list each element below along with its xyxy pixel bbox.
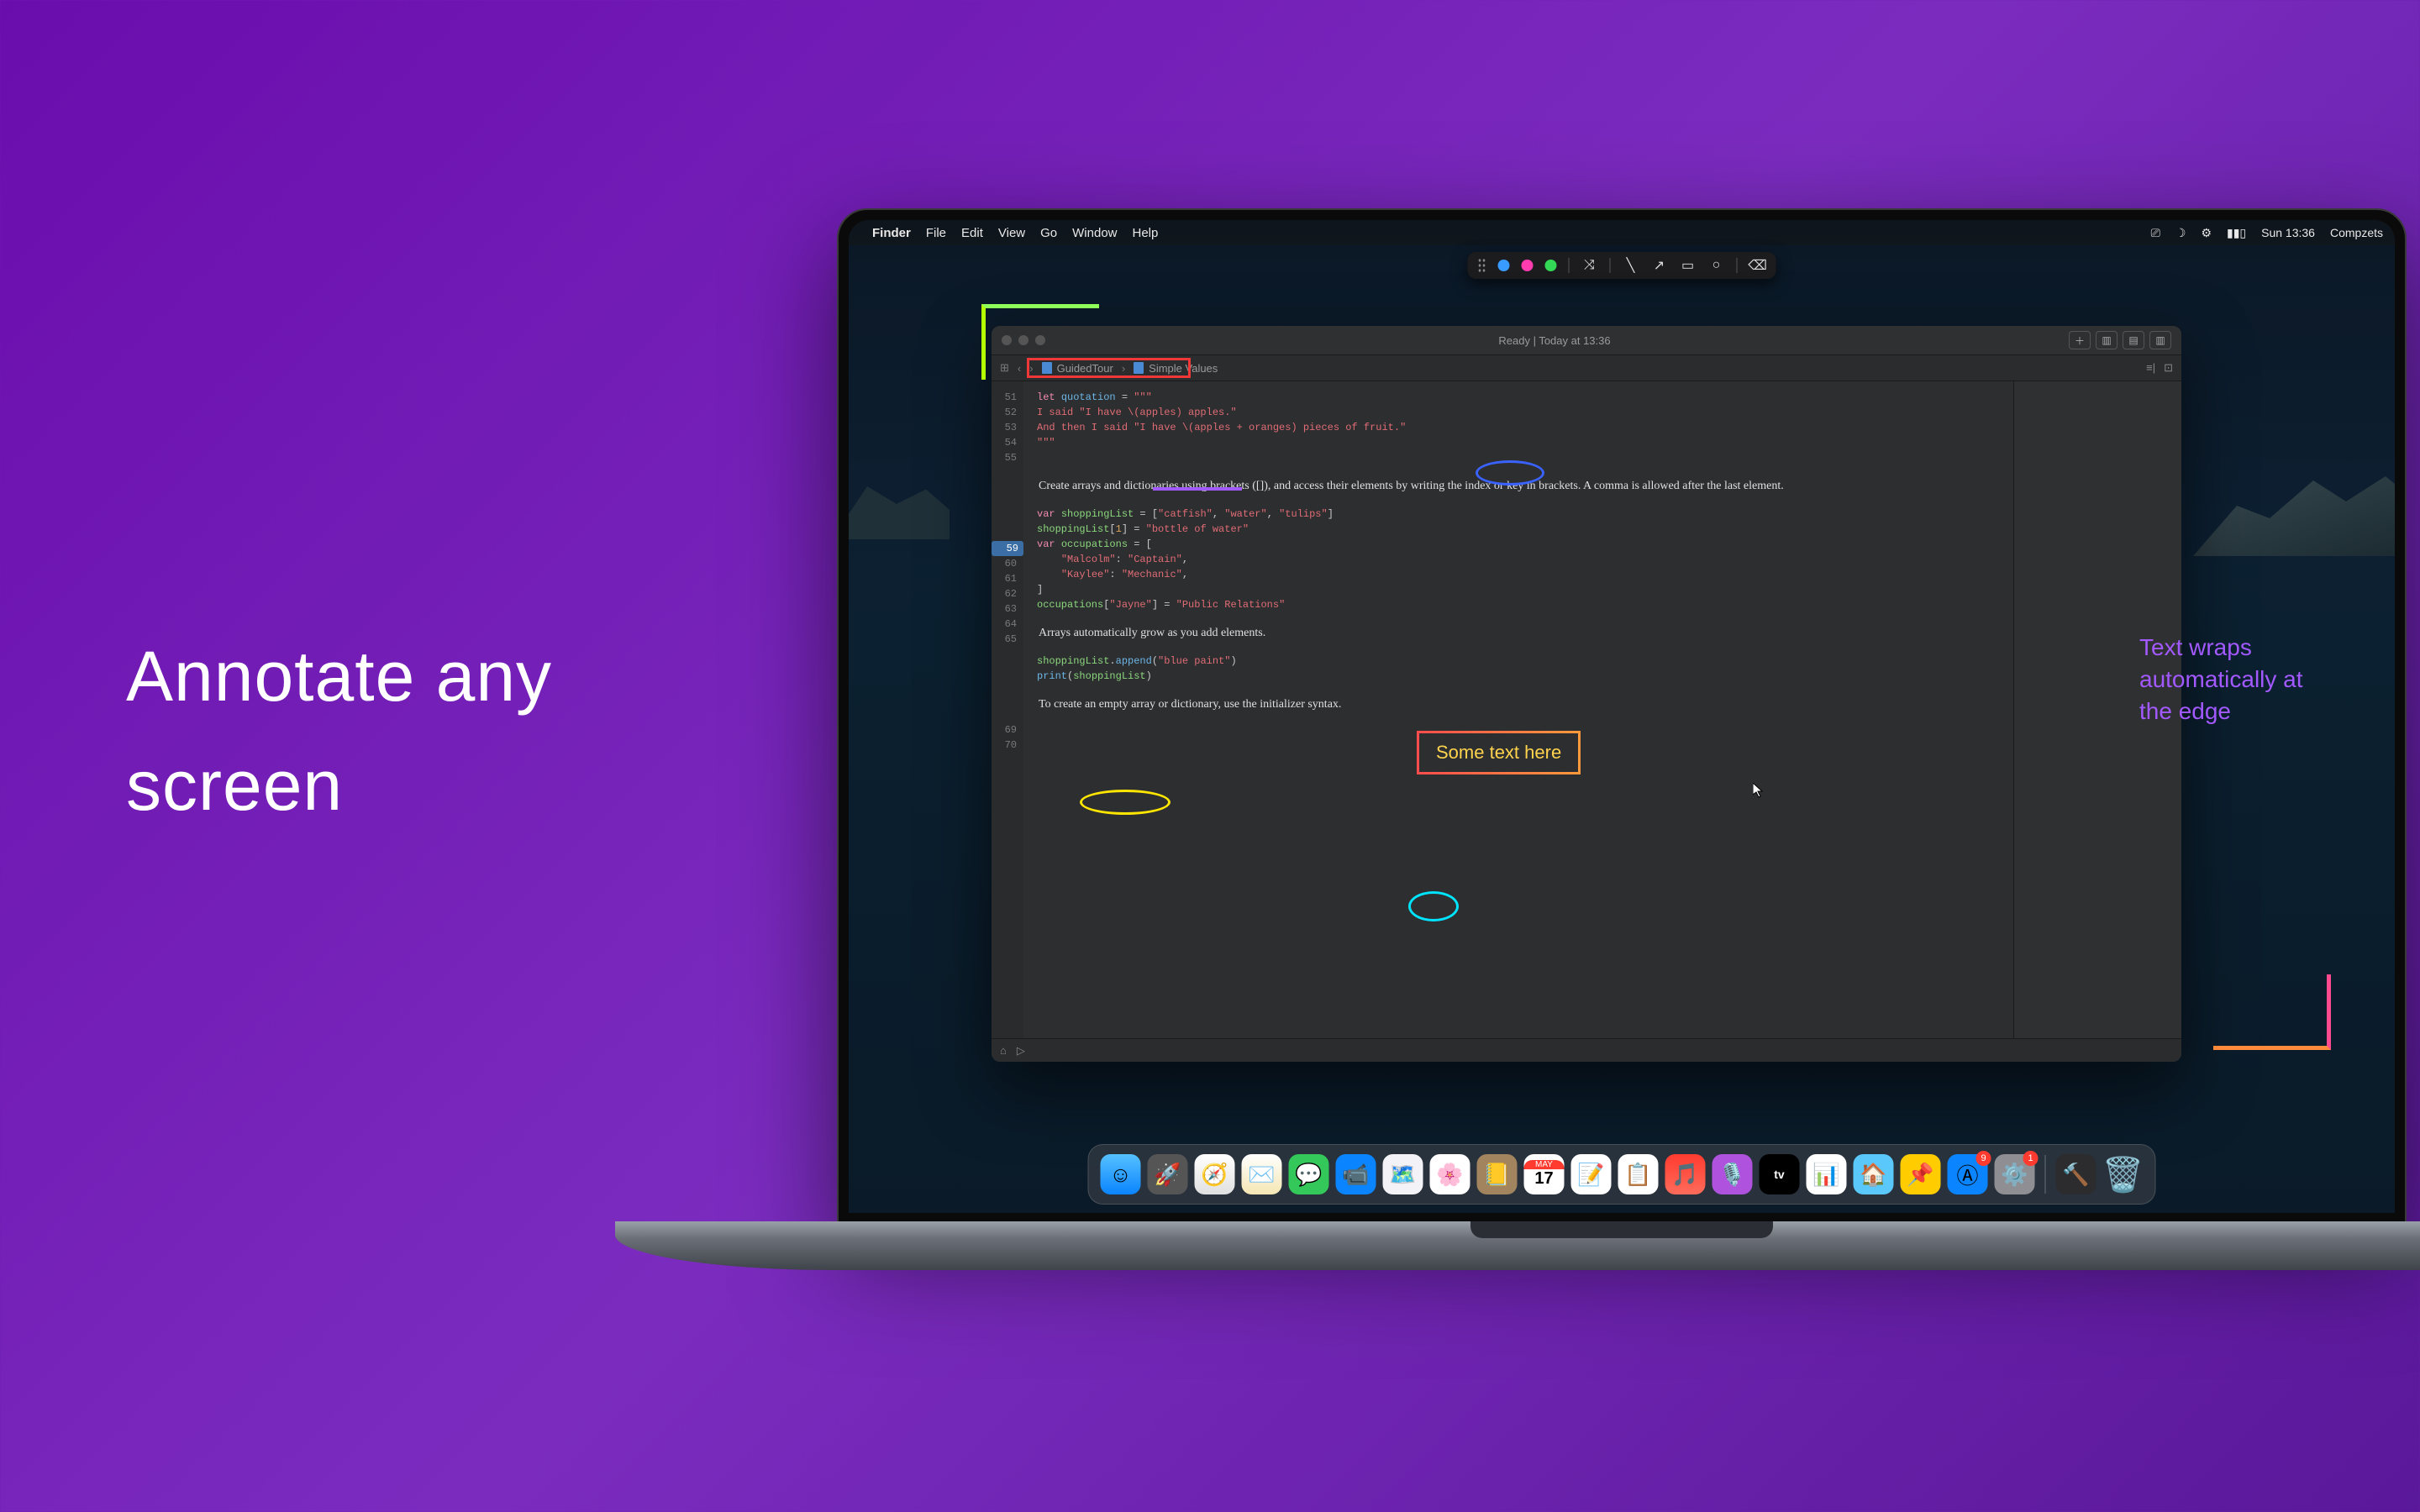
- doc-prose: To create an empty array or dictionary, …: [1037, 684, 2000, 725]
- wifi-icon[interactable]: ⚙: [2201, 226, 2212, 240]
- menu-file[interactable]: File: [926, 226, 946, 240]
- add-tab-button[interactable]: ＋: [2069, 331, 2091, 349]
- laptop-screen: Finder File Edit View Go Window Help ⎚ ☽…: [837, 208, 2407, 1225]
- doc-prose: Arrays automatically grow as you add ele…: [1037, 612, 2000, 654]
- app-name[interactable]: Finder: [872, 226, 911, 240]
- step-icon[interactable]: ▷: [1017, 1044, 1025, 1058]
- rect-tool-icon[interactable]: ▭: [1680, 257, 1697, 274]
- dock-app-finder[interactable]: ☺: [1101, 1154, 1141, 1194]
- window-title: Ready | Today at 13:36: [1045, 334, 2064, 347]
- annotation-toolbar[interactable]: ⤨ ╲ ↗ ▭ ○ ⌫: [1468, 252, 1776, 279]
- xcode-window: Ready | Today at 13:36 ＋ ▥ ▤ ▥ ⊞ ‹ › Gui…: [992, 326, 2181, 1062]
- editor-mode-icon[interactable]: ≡|: [2146, 361, 2155, 375]
- dock: ☺ 🚀 🧭 ✉️ 💬 📹 🗺️ 🌸 📒 MAY 17 📝 📋 🎵 🎙️ tv: [1088, 1144, 2156, 1205]
- dock-app-reminders[interactable]: 📋: [1618, 1154, 1659, 1194]
- dock-app-music[interactable]: 🎵: [1665, 1154, 1706, 1194]
- related-items-icon[interactable]: ⊞: [1000, 361, 1009, 375]
- dock-app-calendar[interactable]: MAY 17: [1524, 1154, 1565, 1194]
- menu-edit[interactable]: Edit: [961, 226, 983, 240]
- menu-bar: Finder File Edit View Go Window Help ⎚ ☽…: [849, 220, 2395, 245]
- doc-prose: Create arrays and dictionaries using bra…: [1037, 465, 2000, 507]
- window-titlebar[interactable]: Ready | Today at 13:36 ＋ ▥ ▤ ▥: [992, 326, 2181, 354]
- dock-app-facetime[interactable]: 📹: [1336, 1154, 1376, 1194]
- clock[interactable]: Sun 13:36: [2261, 226, 2315, 239]
- dock-app-settings[interactable]: ⚙️: [1995, 1154, 2035, 1194]
- panel-bottom-icon[interactable]: ▤: [2123, 331, 2144, 349]
- menu-help[interactable]: Help: [1133, 226, 1159, 240]
- laptop-notch: [1470, 1221, 1773, 1238]
- arrow-tool-icon[interactable]: ↗: [1651, 257, 1668, 274]
- dock-app-maps[interactable]: 🗺️: [1383, 1154, 1423, 1194]
- zoom-icon[interactable]: [1035, 335, 1045, 345]
- marketing-headline: Annotate any screen: [126, 622, 552, 840]
- color-pink[interactable]: [1522, 260, 1534, 271]
- dock-app-contacts[interactable]: 📒: [1477, 1154, 1518, 1194]
- color-green[interactable]: [1545, 260, 1557, 271]
- minimap-panel[interactable]: [2013, 381, 2181, 1038]
- laptop-frame: Finder File Edit View Go Window Help ⎚ ☽…: [807, 208, 2420, 1270]
- line-tool-icon[interactable]: ╲: [1623, 257, 1639, 274]
- drag-handle-icon[interactable]: [1478, 258, 1486, 273]
- editor-body: 5152535455 59606162636465 6970 let quota…: [992, 381, 2181, 1038]
- dock-app-podcasts[interactable]: 🎙️: [1712, 1154, 1753, 1194]
- shuffle-tool-icon[interactable]: ⤨: [1581, 257, 1598, 274]
- breadcrumb-item[interactable]: Simple Values: [1134, 362, 1218, 375]
- menu-window[interactable]: Window: [1072, 226, 1117, 240]
- console-toggle-icon[interactable]: ⌂: [1000, 1044, 1007, 1057]
- dock-app-messages[interactable]: 💬: [1289, 1154, 1329, 1194]
- editor-opts-icon[interactable]: ⊡: [2164, 361, 2173, 375]
- breadcrumb-item[interactable]: GuidedTour: [1042, 362, 1113, 375]
- close-icon[interactable]: [1002, 335, 1012, 345]
- dock-app-photos[interactable]: 🌸: [1430, 1154, 1470, 1194]
- eraser-tool-icon[interactable]: ⌫: [1749, 257, 1766, 274]
- nav-back-icon[interactable]: ‹: [1018, 362, 1021, 375]
- user-name[interactable]: Compzets: [2330, 226, 2383, 239]
- dock-app-tv[interactable]: tv: [1760, 1154, 1800, 1194]
- menu-go[interactable]: Go: [1040, 226, 1057, 240]
- dock-app-notes[interactable]: 📝: [1571, 1154, 1612, 1194]
- panel-right-icon[interactable]: ▥: [2149, 331, 2171, 349]
- breadcrumb-bar: ⊞ ‹ › GuidedTour › Simple Values ≡| ⊡: [992, 354, 2181, 381]
- dock-app-safari[interactable]: 🧭: [1195, 1154, 1235, 1194]
- window-traffic-lights[interactable]: [1002, 335, 1045, 345]
- line-gutter: 5152535455 59606162636465 6970: [992, 381, 1023, 1038]
- dock-app-stocks[interactable]: 📊: [1807, 1154, 1847, 1194]
- dock-trash-icon[interactable]: 🗑️: [2103, 1154, 2144, 1194]
- headline-line-2: screen: [126, 731, 552, 840]
- minimize-icon[interactable]: [1018, 335, 1028, 345]
- menu-view[interactable]: View: [998, 226, 1025, 240]
- color-blue[interactable]: [1498, 260, 1510, 271]
- laptop-base: [615, 1221, 2420, 1270]
- dock-app-launchpad[interactable]: 🚀: [1148, 1154, 1188, 1194]
- dock-app-home[interactable]: 🏠: [1854, 1154, 1894, 1194]
- panel-left-icon[interactable]: ▥: [2096, 331, 2118, 349]
- circle-tool-icon[interactable]: ○: [1708, 257, 1725, 274]
- dock-app-xcode[interactable]: 🔨: [2056, 1154, 2096, 1194]
- dock-app-news[interactable]: 📌: [1901, 1154, 1941, 1194]
- debug-footer: ⌂ ▷: [992, 1038, 2181, 1062]
- headline-line-1: Annotate any: [126, 622, 552, 731]
- airplay-icon[interactable]: ⎚: [2151, 226, 2160, 240]
- code-editor[interactable]: let quotation = """ I said "I have \(app…: [1023, 381, 2013, 1038]
- swift-file-icon: [1134, 362, 1144, 374]
- swift-file-icon: [1042, 362, 1052, 374]
- dock-app-appstore[interactable]: Ⓐ: [1948, 1154, 1988, 1194]
- dock-separator: [2045, 1155, 2046, 1194]
- dnd-icon[interactable]: ☽: [2175, 226, 2186, 240]
- dock-app-mail[interactable]: ✉️: [1242, 1154, 1282, 1194]
- battery-icon[interactable]: ▮▮▯: [2227, 226, 2246, 240]
- nav-forward-icon[interactable]: ›: [1029, 362, 1033, 375]
- macos-desktop: Finder File Edit View Go Window Help ⎚ ☽…: [849, 220, 2395, 1213]
